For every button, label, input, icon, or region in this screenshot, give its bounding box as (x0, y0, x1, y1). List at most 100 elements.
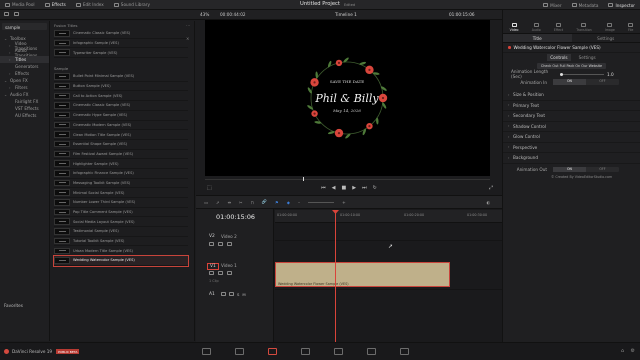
zoom-out-icon[interactable]: – (298, 200, 300, 205)
media-page-icon[interactable] (202, 348, 211, 355)
trim-tool-icon[interactable]: ⇹ (227, 200, 231, 205)
media-pool-button[interactable]: Media Pool (0, 0, 40, 10)
effect-item[interactable]: Number Lower Third Sample (VES) (54, 198, 188, 208)
tab-file[interactable]: File (628, 23, 633, 32)
solo-button[interactable]: S (237, 292, 239, 297)
lock-icon[interactable] (209, 271, 214, 275)
fullscreen-icon[interactable]: ⤢ (489, 185, 493, 191)
auto-select-icon[interactable] (218, 242, 223, 246)
effect-item[interactable]: Minimal Social Sample (VES) (54, 188, 188, 198)
fairlight-page-icon[interactable] (367, 348, 376, 355)
inspector-section-background[interactable]: › Background (503, 153, 640, 164)
inspector-section-glow-control[interactable]: › Glow Control (503, 132, 640, 143)
timeline-name[interactable]: Timeline 1 (335, 12, 357, 17)
animation-length-value[interactable]: 1.0 (607, 72, 614, 77)
visibility-icon[interactable] (227, 242, 232, 246)
fairlight-fx-item[interactable]: Fairlight FX (0, 98, 49, 105)
viewer-options-icon[interactable]: ⬚ (207, 185, 212, 191)
effect-item[interactable]: Cinematic Hype Sample (VES) (54, 111, 188, 121)
inspector-section-shadow-control[interactable]: › Shadow Control (503, 122, 640, 132)
effect-item[interactable]: Social Media Layout Sample (VES) (54, 217, 188, 228)
animation-length-slider[interactable] (560, 72, 604, 76)
open-fx-item[interactable]: ⌄ Open FX (0, 77, 49, 84)
effect-item[interactable]: Pop Title Comment Sample (VES) (54, 208, 188, 218)
inspector-section-perspective[interactable]: › Perspective (503, 143, 640, 153)
subtab-settings[interactable]: Settings (572, 34, 640, 42)
edit-page-icon[interactable] (268, 348, 277, 355)
mute-button[interactable]: M (242, 292, 245, 297)
effect-item[interactable]: Infographic Sample (VES) (54, 39, 188, 49)
snap-icon[interactable]: ⊓ (251, 200, 254, 205)
animation-out-off[interactable]: OFF (586, 167, 619, 173)
auto-select-icon[interactable] (229, 292, 234, 296)
inspector-button[interactable]: Inspector (603, 0, 640, 10)
sound-library-button[interactable]: Sound Library (109, 0, 155, 10)
zoom-in-icon[interactable]: + (342, 200, 346, 205)
tab-video[interactable]: Video (510, 23, 519, 32)
blade-tool-icon[interactable]: ✂ (239, 200, 243, 205)
track-v2-name[interactable]: Video 2 (221, 234, 237, 239)
tab-audio[interactable]: Audio (532, 23, 541, 32)
effect-item[interactable]: Film Festival Award Sample (VES) (54, 150, 188, 160)
titles-item[interactable]: › Titles (0, 56, 49, 63)
inspector-section-secondary-text[interactable]: › Secondary Text (503, 111, 640, 122)
effect-item[interactable]: Typewriter Sample (VES) (54, 48, 188, 59)
effect-item[interactable]: Testimonial Sample (VES) (54, 227, 188, 237)
effect-item[interactable]: Button Sample (VES) (54, 82, 188, 92)
audio-transitions-item[interactable]: › Audio Transitions (0, 48, 49, 58)
effect-item[interactable]: Call to Action Sample (VES) (54, 91, 188, 102)
stop-icon[interactable]: ■ (342, 185, 347, 191)
zoom-slider[interactable] (308, 201, 335, 203)
skip-start-icon[interactable]: ⏮ (321, 185, 326, 191)
effect-item[interactable]: Wedding Watercolor Sample (VES) (53, 255, 189, 267)
timeline-ruler[interactable]: 01:00:00:00 01:00:10:00 01:00:20:00 01:0… (275, 210, 502, 223)
link-icon[interactable]: 🔗 (262, 199, 267, 205)
effect-item[interactable]: Infographic Finance Sample (VES) (54, 169, 188, 179)
cut-page-icon[interactable] (235, 348, 244, 355)
close-icon[interactable]: × (186, 36, 189, 41)
metadata-button[interactable]: Metadata (567, 0, 604, 10)
effects-button[interactable]: Effects (40, 0, 71, 10)
deliver-page-icon[interactable] (400, 348, 409, 355)
mixer-button[interactable]: Mixer (538, 0, 566, 10)
fusion-page-icon[interactable] (301, 348, 310, 355)
inspector-section-primary-text[interactable]: › Primary Text (503, 101, 640, 111)
marker-icon[interactable]: ◆ (287, 200, 290, 205)
effect-item[interactable]: Cinematic Modern Sample (VES) (54, 121, 188, 131)
select-tool-icon[interactable]: ➚ (216, 200, 220, 205)
filters-item[interactable]: › Filters (0, 84, 49, 91)
visibility-icon[interactable] (227, 271, 232, 275)
effect-item[interactable]: Tutorial Toolkit Sample (VES) (54, 237, 188, 247)
animation-out-toggle[interactable]: ON OFF (553, 166, 619, 173)
playhead[interactable] (335, 210, 336, 342)
color-page-icon[interactable] (334, 348, 343, 355)
animation-in-off[interactable]: OFF (586, 79, 619, 85)
vst-effects-item[interactable]: VST Effects (0, 105, 49, 112)
controls-tab[interactable]: Controls (547, 54, 571, 61)
tab-image[interactable]: Image (605, 23, 615, 32)
settings-tab[interactable]: Settings (579, 55, 596, 60)
auto-select-icon[interactable] (218, 271, 223, 275)
effect-item[interactable]: Cinematic Classic Sample (VES) (54, 29, 188, 39)
effect-item[interactable]: Bullet Point Minimal Sample (VES) (54, 72, 188, 82)
audio-meter-icon[interactable]: ◐ (486, 200, 490, 205)
inspector-section-size-position[interactable]: › Size & Position (503, 90, 640, 101)
audio-fx-item[interactable]: ⌄ Audio FX (0, 91, 49, 98)
au-effects-item[interactable]: AU Effects (0, 112, 49, 119)
animation-in-toggle[interactable]: ON OFF (553, 79, 619, 85)
tab-effect[interactable]: Effect (554, 23, 563, 32)
viewer-scrub-bar[interactable] (205, 177, 490, 181)
track-v1-label[interactable]: V1 (207, 263, 219, 270)
lock-icon[interactable] (209, 242, 214, 246)
flag-icon[interactable]: ⚑ (275, 200, 279, 205)
effects-search-input[interactable]: sample (2, 23, 47, 30)
list-options-icon[interactable]: ⋯ (186, 23, 190, 28)
play-icon[interactable]: ▶ (352, 185, 356, 191)
list-view-icon[interactable] (14, 11, 19, 16)
video-viewer[interactable]: SAVE THE DATE Phil & Billy May 14, 2026 (205, 20, 490, 176)
home-icon[interactable]: ⌂ (621, 348, 624, 354)
settings-gear-icon[interactable]: ⚙ (631, 348, 635, 354)
skip-end-icon[interactable]: ⏭ (362, 185, 367, 191)
play-reverse-icon[interactable]: ◀ (332, 185, 336, 191)
effect-item[interactable]: Cinematic Classic Sample (VES) (54, 101, 188, 111)
